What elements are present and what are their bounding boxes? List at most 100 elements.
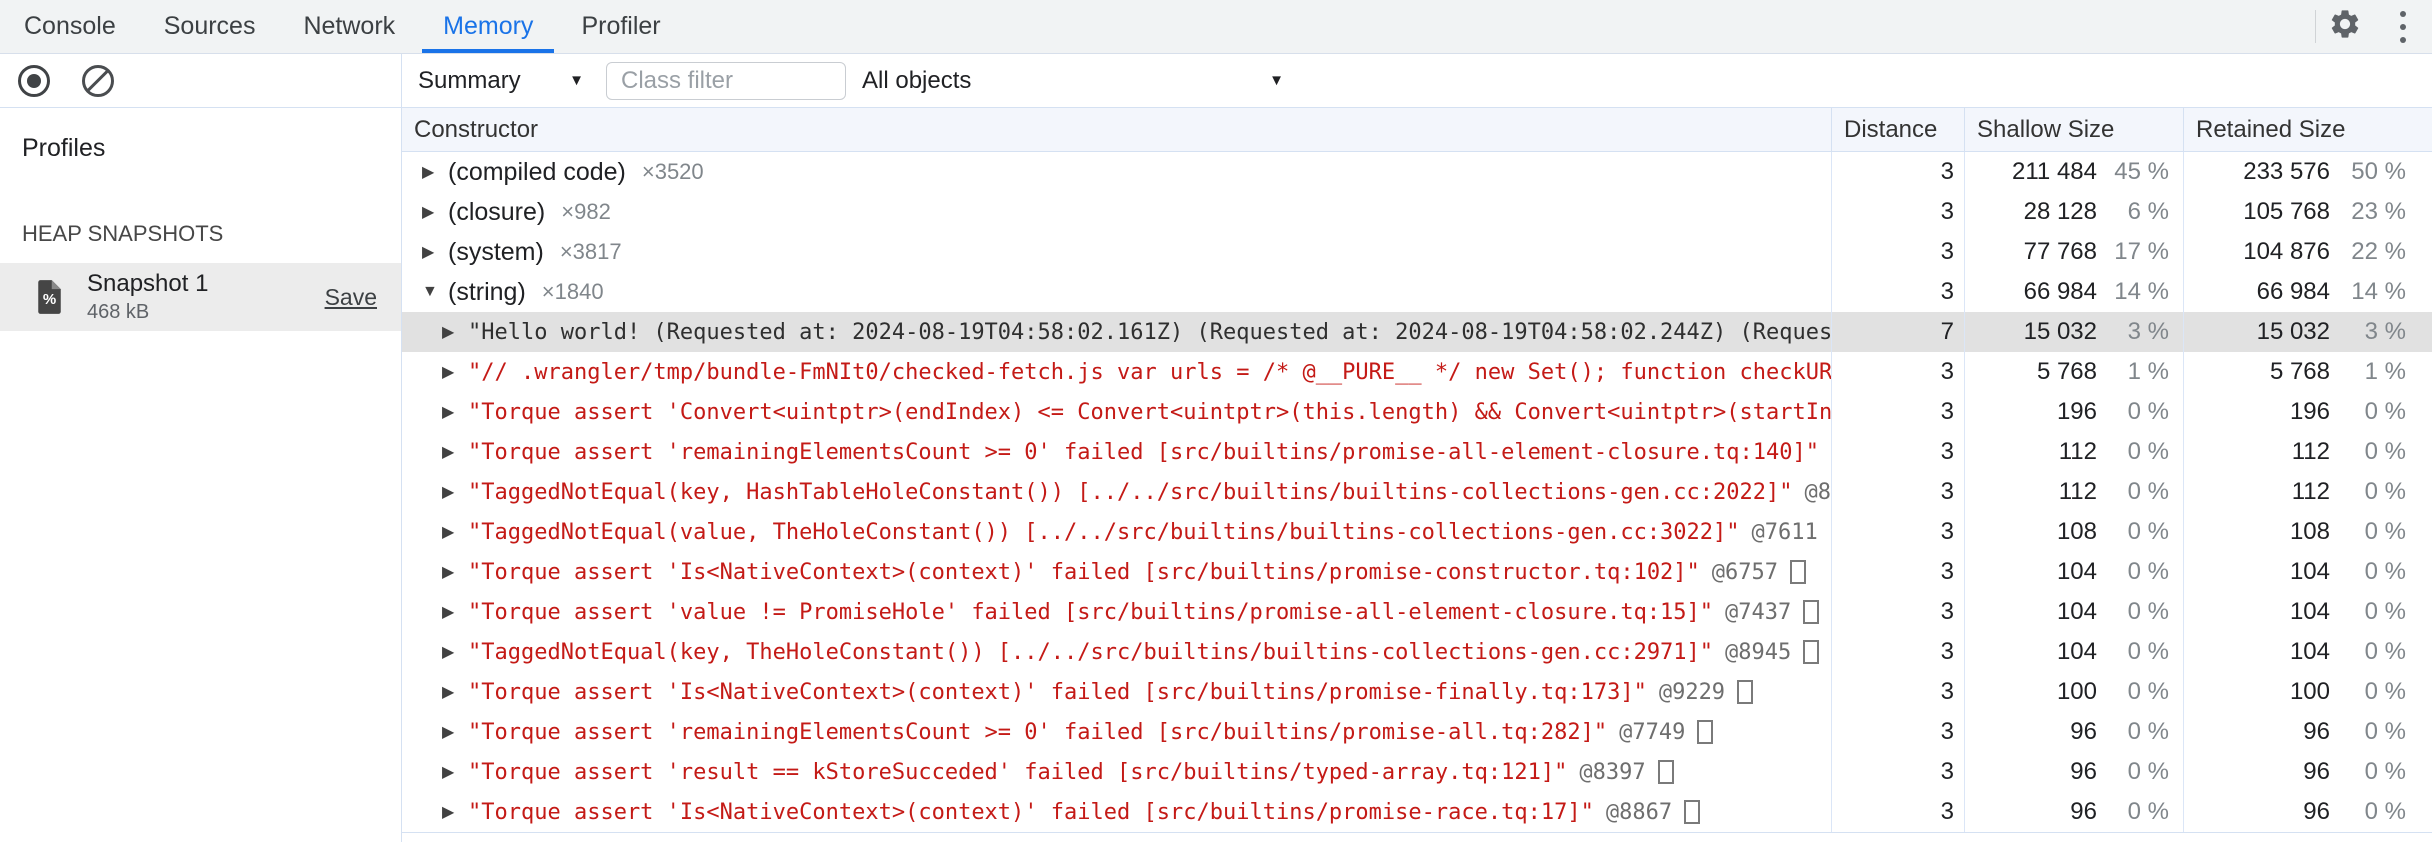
- memory-toolbar: Summary ▼ All objects ▼: [0, 54, 2432, 108]
- tab-console[interactable]: Console: [0, 0, 140, 53]
- shallow-size-cell: 77 768 17 %: [1964, 232, 2183, 272]
- snapshot-name: Snapshot 1: [87, 270, 209, 297]
- grid-row[interactable]: ▶ "Torque assert 'Is<NativeContext>(conte…: [402, 552, 2432, 592]
- expand-arrow-icon[interactable]: ▶: [442, 442, 462, 462]
- column-header-shallow-size[interactable]: Shallow Size: [1964, 108, 2183, 151]
- expand-arrow-icon[interactable]: ▶: [442, 562, 462, 582]
- retained-size-value: 66 984: [2256, 278, 2330, 305]
- grid-row[interactable]: ▶ "TaggedNotEqual(value, TheHoleConstant(…: [402, 512, 2432, 552]
- shallow-size-percent: 45 %: [2114, 158, 2169, 185]
- settings-button[interactable]: [2316, 0, 2374, 53]
- expand-arrow-icon[interactable]: ▶: [442, 482, 462, 502]
- expand-arrow-icon[interactable]: ▶: [442, 602, 462, 622]
- expand-arrow-icon[interactable]: ▶: [442, 362, 462, 382]
- retained-size-cell: 196 0 %: [2183, 392, 2432, 432]
- retained-size-percent: 0 %: [2364, 398, 2406, 425]
- shallow-size-value: 15 032: [2023, 318, 2097, 345]
- retained-size-cell: 66 984 14 %: [2183, 272, 2432, 312]
- instance-count: ×3817: [559, 239, 622, 264]
- grid-row[interactable]: ▶ "Torque assert 'result == kStoreSuccede…: [402, 752, 2432, 792]
- save-snapshot-link[interactable]: Save: [325, 284, 377, 311]
- shallow-size-percent: 0 %: [2127, 718, 2169, 745]
- retained-size-percent: 0 %: [2364, 718, 2406, 745]
- retained-size-percent: 0 %: [2364, 758, 2406, 785]
- devtools-tabbar: Console Sources Network Memory Profiler: [0, 0, 2432, 54]
- constructor-cell: ▶ (compiled code) ×3520: [402, 152, 1831, 192]
- snapshot-text: Snapshot 1 468 kB: [87, 270, 208, 324]
- grid-row[interactable]: ▶ (closure) ×982 3 28 128 6 % 105 768 23 %: [402, 192, 2432, 232]
- clear-profiles-button[interactable]: [82, 64, 114, 97]
- grid-row[interactable]: ▶ "Torque assert 'Convert<uintptr>(endInd…: [402, 392, 2432, 432]
- grid-row[interactable]: ▼ (string) ×1840 3 66 984 14 % 66 984 14 %: [402, 272, 2432, 312]
- shallow-size-percent: 0 %: [2127, 558, 2169, 585]
- grid-row[interactable]: ▶ "Torque assert 'Is<NativeContext>(conte…: [402, 792, 2432, 832]
- grid-row[interactable]: ▶ "TaggedNotEqual(key, HashTableHoleConst…: [402, 472, 2432, 512]
- retained-size-percent: 0 %: [2364, 478, 2406, 505]
- retained-size-cell: 105 768 23 %: [2183, 192, 2432, 232]
- expand-arrow-icon[interactable]: ▶: [422, 242, 442, 262]
- take-snapshot-button[interactable]: [18, 64, 50, 97]
- column-header-distance[interactable]: Distance: [1831, 108, 1964, 151]
- objects-filter-select[interactable]: All objects ▼: [862, 67, 1284, 95]
- expand-arrow-icon[interactable]: ▶: [422, 202, 442, 222]
- missing-glyph-icon: [1684, 800, 1701, 824]
- snapshot-item[interactable]: % Snapshot 1 468 kB Save: [0, 263, 401, 331]
- shallow-size-cell: 100 0 %: [1964, 672, 2183, 712]
- retained-size-value: 233 576: [2243, 158, 2330, 185]
- column-header-retained-size[interactable]: Retained Size: [2183, 108, 2432, 151]
- retained-size-cell: 104 876 22 %: [2183, 232, 2432, 272]
- grid-row[interactable]: ▶ "Torque assert 'Is<NativeContext>(conte…: [402, 672, 2432, 712]
- perspective-select[interactable]: Summary ▼: [418, 67, 584, 95]
- retained-size-percent: 14 %: [2351, 278, 2406, 305]
- tab-sources[interactable]: Sources: [140, 0, 280, 53]
- expand-arrow-icon[interactable]: ▶: [442, 642, 462, 662]
- grid-row[interactable]: ▶ "Torque assert 'remainingElementsCount …: [402, 712, 2432, 752]
- grid-row[interactable]: ▶ "// .wrangler/tmp/bundle-FmNIt0/checked…: [402, 352, 2432, 392]
- expand-arrow-icon[interactable]: ▶: [442, 762, 462, 782]
- retained-size-cell: 96 0 %: [2183, 752, 2432, 792]
- more-options-button[interactable]: [2374, 0, 2432, 53]
- string-value: "Torque assert 'result == kStoreSucceded…: [468, 759, 1568, 785]
- expand-arrow-icon[interactable]: ▶: [442, 802, 462, 822]
- retained-size-value: 105 768: [2243, 198, 2330, 225]
- grid-row[interactable]: ▶ "Torque assert 'value != PromiseHole' f…: [402, 592, 2432, 632]
- object-id: @8397: [1579, 759, 1646, 785]
- missing-glyph-icon: [1803, 640, 1820, 664]
- object-id: @7437: [1725, 599, 1792, 625]
- retained-size-value: 104: [2289, 558, 2330, 585]
- tab-profiler[interactable]: Profiler: [557, 0, 684, 53]
- expand-arrow-icon[interactable]: ▶: [422, 162, 442, 182]
- shallow-size-value: 104: [2056, 598, 2097, 625]
- tab-network[interactable]: Network: [279, 0, 419, 53]
- expand-arrow-icon[interactable]: ▶: [442, 402, 462, 422]
- expand-arrow-icon[interactable]: ▶: [442, 722, 462, 742]
- constructor-cell: ▶ "Torque assert 'Convert<uintptr>(endInd…: [402, 392, 1831, 432]
- grid-row[interactable]: ▶ (compiled code) ×3520 3 211 484 45 % 233 576…: [402, 152, 2432, 192]
- shallow-size-cell: 104 0 %: [1964, 632, 2183, 672]
- shallow-size-value: 112: [2058, 438, 2097, 465]
- retained-size-cell: 108 0 %: [2183, 512, 2432, 552]
- expand-arrow-icon[interactable]: ▶: [442, 322, 462, 342]
- column-header-constructor[interactable]: Constructor: [402, 108, 1831, 151]
- constructor-cell: ▶ "Torque assert 'Is<NativeContext>(conte…: [402, 792, 1831, 832]
- grid-row[interactable]: ▶ (system) ×3817 3 77 768 17 % 104 876 22 %: [402, 232, 2432, 272]
- tab-memory[interactable]: Memory: [419, 0, 557, 53]
- grid-row[interactable]: ▶ "Hello world! (Requested at: 2024-08-19…: [402, 312, 2432, 352]
- retained-size-cell: 104 0 %: [2183, 592, 2432, 632]
- constructor-cell: ▶ "TaggedNotEqual(key, TheHoleConstant())…: [402, 632, 1831, 672]
- expand-arrow-icon[interactable]: ▼: [422, 283, 442, 301]
- shallow-size-value: 96: [2070, 718, 2097, 745]
- shallow-size-value: 100: [2056, 678, 2097, 705]
- missing-glyph-icon: [1803, 600, 1820, 624]
- class-filter-input[interactable]: [606, 61, 846, 100]
- heap-snapshot-icon: %: [36, 280, 63, 314]
- string-value: "// .wrangler/tmp/bundle-FmNIt0/checked-…: [468, 359, 1831, 385]
- expand-arrow-icon[interactable]: ▶: [442, 522, 462, 542]
- missing-glyph-icon: [1737, 680, 1754, 704]
- grid-row[interactable]: ▶ "TaggedNotEqual(key, TheHoleConstant())…: [402, 632, 2432, 672]
- grid-row[interactable]: ▶ "Torque assert 'remainingElementsCount …: [402, 432, 2432, 472]
- retained-size-value: 104: [2289, 638, 2330, 665]
- retained-size-value: 108: [2289, 518, 2330, 545]
- retained-size-percent: 0 %: [2364, 518, 2406, 545]
- expand-arrow-icon[interactable]: ▶: [442, 682, 462, 702]
